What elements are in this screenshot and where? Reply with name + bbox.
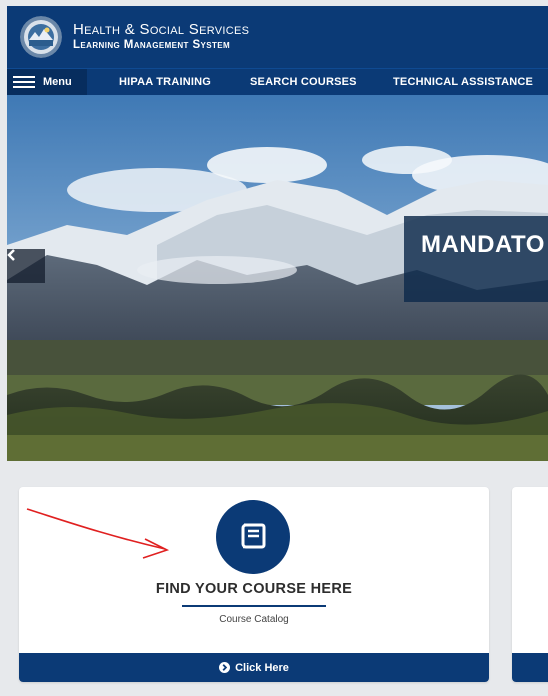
red-annotation-arrow xyxy=(26,508,170,559)
menu-button[interactable]: Menu xyxy=(7,69,87,95)
card-subtitle: Course Catalog xyxy=(219,614,289,625)
next-card-button[interactable] xyxy=(512,653,548,682)
hamburger-icon xyxy=(13,76,35,88)
title-divider xyxy=(182,605,326,607)
nav-search-courses[interactable]: SEARCH COURSES xyxy=(250,69,357,95)
site-subtitle: Learning Management System xyxy=(73,39,231,51)
click-here-button[interactable]: Click Here xyxy=(19,653,489,682)
hero-banner-text[interactable]: MANDATO xyxy=(404,216,548,302)
book-icon[interactable] xyxy=(216,500,290,574)
main-nav: Menu HIPAA TRAINING SEARCH COURSES TECHN… xyxy=(7,68,548,95)
nav-technical-assistance[interactable]: TECHNICAL ASSISTANCE xyxy=(393,69,533,95)
nav-hipaa-training[interactable]: HIPAA TRAINING xyxy=(119,69,211,95)
card-title: FIND YOUR COURSE HERE xyxy=(155,581,353,597)
hero-slider: MANDATO xyxy=(7,95,548,461)
click-here-label: Click Here xyxy=(235,661,289,674)
circle-chevron-right-icon xyxy=(219,662,231,673)
site-brand[interactable]: Health & Social Services Learning Manage… xyxy=(73,21,249,52)
slider-prev-button[interactable] xyxy=(7,249,45,283)
next-card-partial[interactable] xyxy=(512,487,548,682)
site-title: Health & Social Services xyxy=(73,21,250,38)
menu-label: Menu xyxy=(43,76,72,88)
chevron-left-icon xyxy=(7,249,15,261)
site-header: Health & Social Services Learning Manage… xyxy=(7,6,548,68)
state-seal-logo[interactable] xyxy=(20,16,62,58)
